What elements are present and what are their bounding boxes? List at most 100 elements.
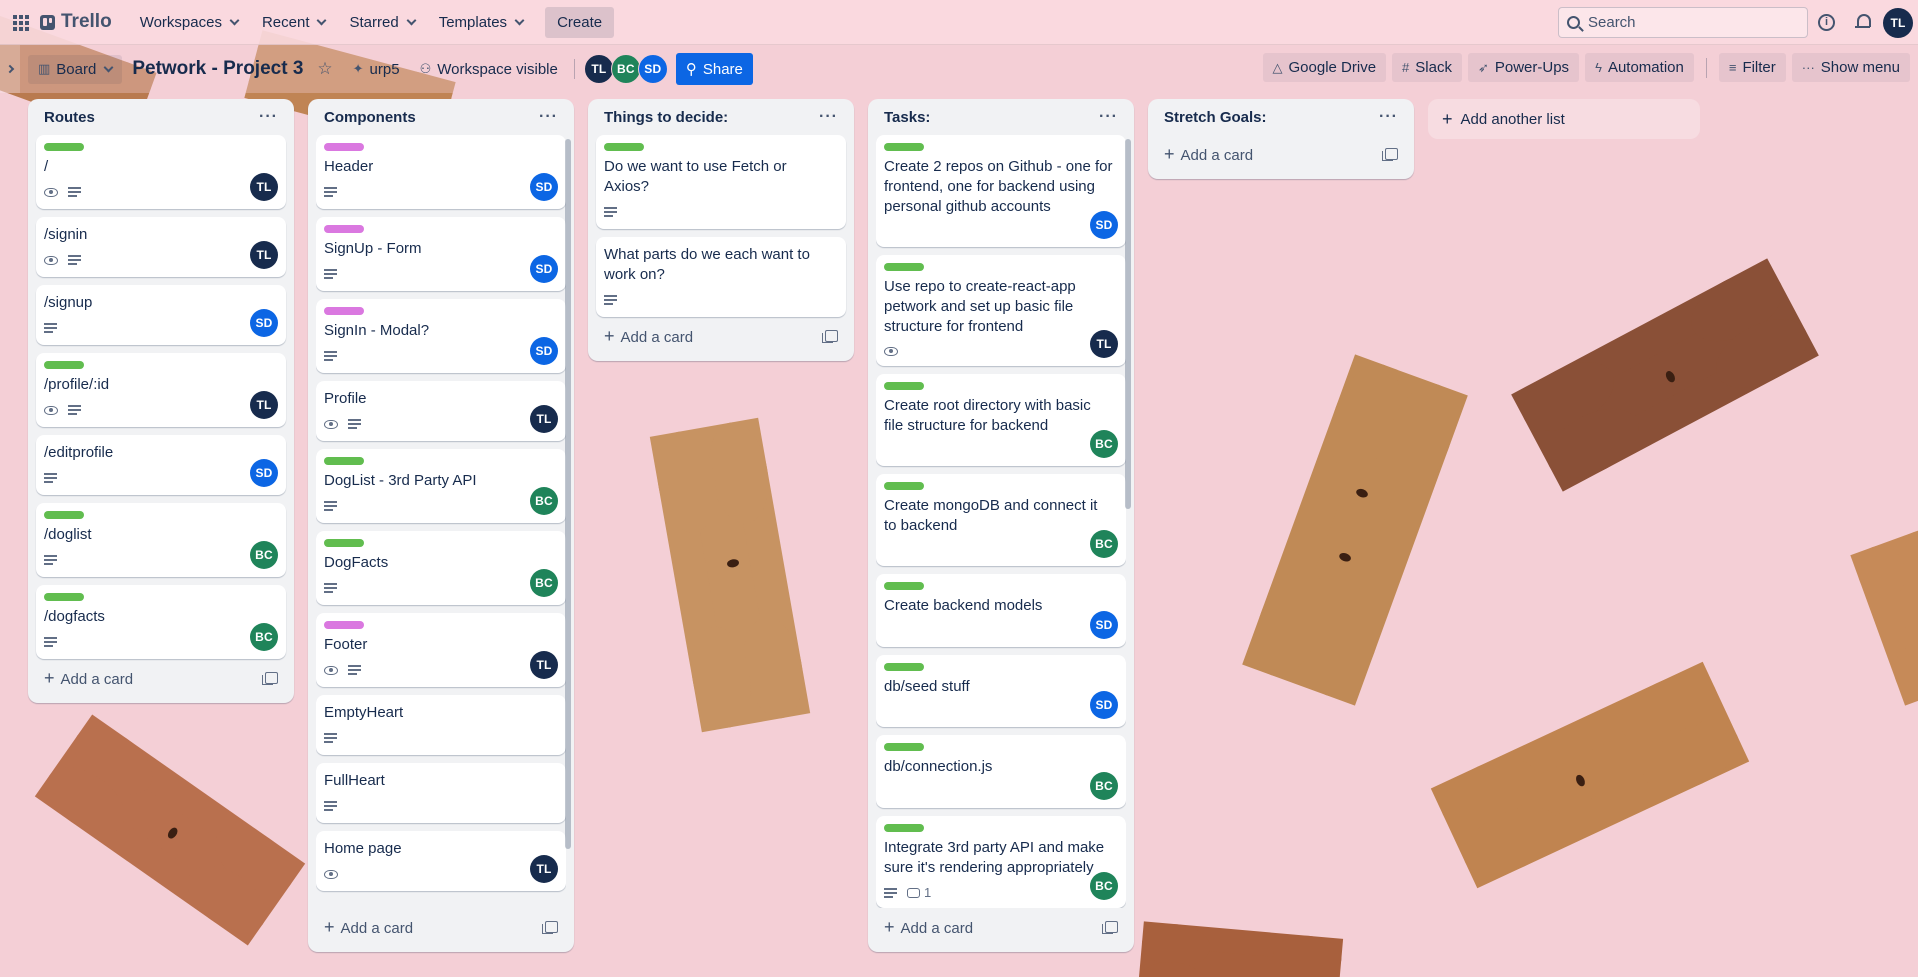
- add-card-button[interactable]: + Add a card: [596, 317, 846, 355]
- card-template-icon[interactable]: [1102, 921, 1118, 934]
- member-avatar[interactable]: BC: [610, 54, 641, 84]
- green-label[interactable]: [884, 582, 924, 591]
- list-actions-icon[interactable]: ···: [259, 108, 278, 126]
- card[interactable]: /dogfacts BC: [36, 585, 286, 659]
- list-actions-icon[interactable]: ···: [819, 108, 838, 126]
- card-member-avatar[interactable]: SD: [530, 255, 558, 283]
- green-label[interactable]: [44, 361, 84, 369]
- filter-button[interactable]: ≡ Filter: [1718, 53, 1786, 82]
- card[interactable]: /signup SD: [36, 285, 286, 345]
- list-actions-icon[interactable]: ···: [1379, 108, 1398, 126]
- list-title[interactable]: Things to decide:: [604, 109, 728, 126]
- list-header[interactable]: Things to decide: ···: [596, 99, 846, 135]
- recent-menu[interactable]: Recent: [252, 8, 336, 37]
- card-template-icon[interactable]: [822, 330, 838, 343]
- add-another-list-button[interactable]: + Add another list: [1428, 99, 1700, 139]
- account-avatar[interactable]: TL: [1883, 8, 1913, 38]
- card[interactable]: db/seed stuff SD: [876, 654, 1126, 728]
- card-template-icon[interactable]: [542, 921, 558, 934]
- member-avatar[interactable]: SD: [637, 54, 668, 84]
- card[interactable]: DogList - 3rd Party API BC: [316, 449, 566, 523]
- green-label[interactable]: [604, 143, 644, 151]
- visibility-button[interactable]: ⚇ Workspace visible: [410, 55, 568, 84]
- workspaces-menu[interactable]: Workspaces: [130, 8, 248, 37]
- card-member-avatar[interactable]: TL: [530, 651, 558, 679]
- card[interactable]: DogFacts BC: [316, 531, 566, 605]
- card[interactable]: Create 2 repos on Github - one for front…: [876, 135, 1126, 247]
- card[interactable]: /signin TL: [36, 217, 286, 277]
- card-container[interactable]: Create 2 repos on Github - one for front…: [876, 135, 1126, 908]
- show-menu-button[interactable]: ··· Show menu: [1791, 53, 1910, 82]
- trello-logo[interactable]: Trello: [40, 11, 112, 33]
- automation-button[interactable]: ϟ Automation: [1585, 53, 1694, 82]
- card[interactable]: Header SD: [316, 135, 566, 209]
- card[interactable]: Do we want to use Fetch or Axios?: [596, 135, 846, 229]
- card-member-avatar[interactable]: BC: [250, 541, 278, 569]
- purple-label[interactable]: [324, 143, 364, 151]
- card-member-avatar[interactable]: TL: [250, 241, 278, 269]
- board-title[interactable]: Petwork - Project 3: [132, 58, 303, 80]
- list-header[interactable]: Routes ···: [36, 99, 286, 135]
- card-member-avatar[interactable]: SD: [1090, 610, 1118, 639]
- list-title[interactable]: Stretch Goals:: [1164, 109, 1267, 126]
- card[interactable]: /editprofile SD: [36, 435, 286, 495]
- card-member-avatar[interactable]: SD: [530, 337, 558, 365]
- info-icon[interactable]: i: [1818, 14, 1835, 31]
- card-container[interactable]: Header SD SignUp - Form SD SignIn - Modal?…: [316, 135, 566, 908]
- card-member-avatar[interactable]: BC: [250, 623, 278, 651]
- workspace-button[interactable]: ✦ urp5: [343, 55, 410, 84]
- green-label[interactable]: [884, 662, 924, 671]
- share-button[interactable]: ⚲ Share: [675, 53, 753, 85]
- card[interactable]: What parts do we each want to work on?: [596, 237, 846, 317]
- card[interactable]: /doglist BC: [36, 503, 286, 577]
- card-template-icon[interactable]: [1382, 148, 1398, 161]
- list-header[interactable]: Stretch Goals: ···: [1156, 99, 1406, 135]
- purple-label[interactable]: [324, 621, 364, 629]
- card-member-avatar[interactable]: TL: [1090, 330, 1118, 359]
- green-label[interactable]: [884, 823, 924, 832]
- card[interactable]: / TL: [36, 135, 286, 209]
- star-icon[interactable]: ☆: [317, 59, 332, 79]
- app-switcher-icon[interactable]: [8, 10, 32, 34]
- board-view-switcher[interactable]: ▥ Board: [28, 54, 123, 84]
- card[interactable]: EmptyHeart: [316, 695, 566, 755]
- green-label[interactable]: [884, 743, 924, 752]
- green-label[interactable]: [884, 143, 924, 151]
- list-header[interactable]: Components ···: [316, 99, 566, 135]
- purple-label[interactable]: [324, 307, 364, 315]
- slack-button[interactable]: # Slack: [1392, 53, 1462, 82]
- list-tasks[interactable]: Tasks: ··· Create 2 repos on Github - on…: [868, 99, 1134, 952]
- starred-menu[interactable]: Starred: [339, 8, 424, 37]
- card[interactable]: db/connection.js BC: [876, 735, 1126, 808]
- add-card-button[interactable]: + Add a card: [876, 908, 1126, 946]
- list-stretch-goals[interactable]: Stretch Goals: ··· + Add a card: [1148, 99, 1414, 179]
- create-button[interactable]: Create: [545, 6, 615, 38]
- card[interactable]: FullHeart: [316, 763, 566, 823]
- add-card-button[interactable]: + Add a card: [36, 659, 286, 697]
- card[interactable]: Footer TL: [316, 613, 566, 687]
- list-routes[interactable]: Routes ··· / TL /signin TL /signup SD /prof…: [28, 99, 294, 703]
- card-member-avatar[interactable]: BC: [530, 569, 558, 597]
- green-label[interactable]: [324, 457, 364, 465]
- google-drive-button[interactable]: △ Google Drive: [1262, 53, 1387, 82]
- card[interactable]: SignIn - Modal? SD: [316, 299, 566, 373]
- expand-sidebar-button[interactable]: [0, 45, 20, 93]
- card-member-avatar[interactable]: SD: [250, 309, 278, 337]
- power-ups-button[interactable]: ➶ Power-Ups: [1467, 53, 1580, 82]
- card-member-avatar[interactable]: BC: [1090, 771, 1118, 800]
- list-actions-icon[interactable]: ···: [539, 108, 558, 126]
- green-label[interactable]: [884, 262, 924, 271]
- card-member-avatar[interactable]: TL: [530, 855, 558, 883]
- card-member-avatar[interactable]: TL: [250, 173, 278, 201]
- green-label[interactable]: [44, 143, 84, 151]
- green-label[interactable]: [884, 482, 924, 491]
- card-member-avatar[interactable]: BC: [1090, 872, 1118, 900]
- card-member-avatar[interactable]: TL: [250, 391, 278, 419]
- add-card-button[interactable]: + Add a card: [316, 908, 566, 946]
- card[interactable]: /profile/:id TL: [36, 353, 286, 427]
- card[interactable]: Integrate 3rd party API and make sure it…: [876, 815, 1126, 908]
- list-title[interactable]: Components: [324, 109, 416, 126]
- green-label[interactable]: [324, 539, 364, 547]
- card[interactable]: SignUp - Form SD: [316, 217, 566, 291]
- card[interactable]: Create backend models SD: [876, 574, 1126, 647]
